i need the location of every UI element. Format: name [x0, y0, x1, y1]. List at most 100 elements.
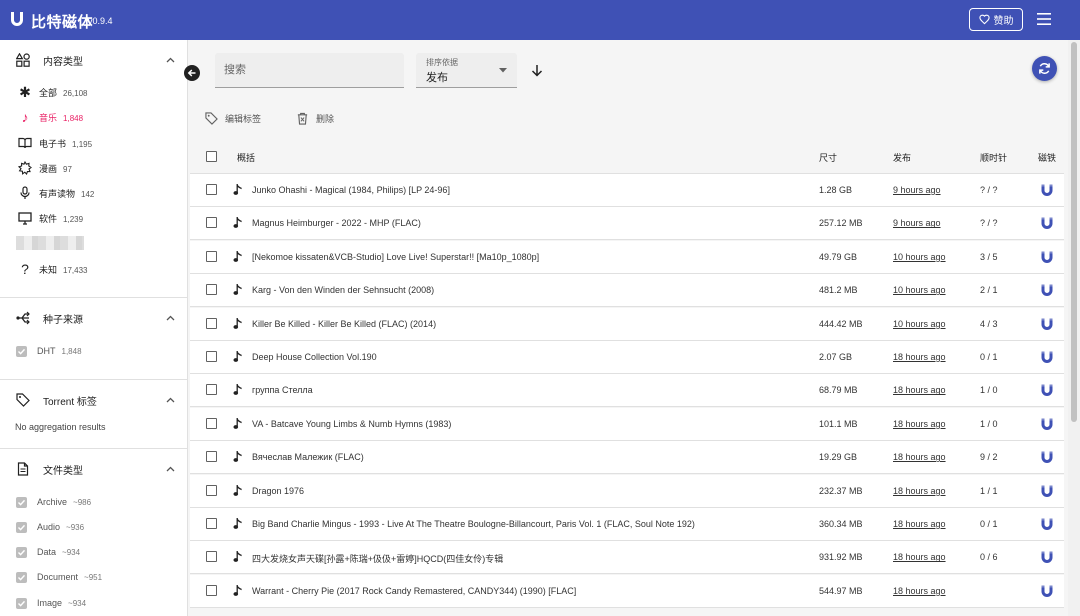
table-row[interactable]: Deep House Collection Vol.190 2.07 GB 18 h…	[190, 341, 1064, 374]
row-checkbox[interactable]	[206, 184, 217, 195]
torrent-name[interactable]: [Nekomoe kissaten&VCB-Studio] Love Live!…	[252, 252, 539, 262]
magnet-icon[interactable]	[1040, 283, 1054, 297]
torrent-name[interactable]: VA - Batcave Young Limbs & Numb Hymns (1…	[252, 419, 451, 429]
torrent-name[interactable]: группа Стелла	[252, 385, 313, 395]
torrent-name[interactable]: Big Band Charlie Mingus - 1993 - Live At…	[252, 519, 695, 529]
table-row[interactable]: 四大发烧女声天碟[孙露+陈瑞+伋伋+雷婷]HQCD(四佳女伶)专辑 931.92 …	[190, 541, 1064, 575]
table-row[interactable]: [Nekomoe kissaten&VCB-Studio] Love Live!…	[190, 240, 1064, 274]
checkbox-checked[interactable]	[16, 521, 27, 533]
file-type-header[interactable]: 文件类型	[0, 454, 187, 484]
column-summary[interactable]: 概括	[237, 151, 255, 164]
row-checkbox[interactable]	[206, 451, 217, 463]
torrent-name[interactable]: Dragon 1976	[252, 486, 304, 496]
category-software[interactable]: 软件 1,239	[0, 207, 187, 229]
row-checkbox[interactable]	[206, 417, 217, 429]
row-checkbox[interactable]	[206, 351, 217, 362]
torrent-name[interactable]: Deep House Collection Vol.190	[252, 352, 377, 362]
content-type-header[interactable]: 内容类型	[0, 45, 187, 75]
table-row[interactable]: Warrant - Cherry Pie (2017 Rock Candy Re…	[190, 574, 1064, 608]
chevron-up-icon[interactable]	[166, 466, 175, 472]
search-field[interactable]	[215, 53, 404, 88]
category-ebook[interactable]: 电子书 1,195	[0, 132, 187, 154]
row-checkbox[interactable]	[206, 217, 217, 229]
row-checkbox[interactable]	[206, 551, 217, 563]
select-all-checkbox[interactable]	[206, 151, 217, 162]
music-note-icon: ♪	[21, 109, 29, 125]
torrent-name[interactable]: Вячеслав Малежик (FLAC)	[252, 452, 364, 462]
magnet-icon[interactable]	[1040, 550, 1054, 564]
column-peers[interactable]: 顺时针	[980, 151, 1007, 164]
magnet-icon[interactable]	[1040, 584, 1054, 598]
filetype-document-checkbox[interactable]: Document ~951	[0, 567, 187, 587]
torrent-name[interactable]: Warrant - Cherry Pie (2017 Rock Candy Re…	[252, 586, 576, 596]
magnet-icon[interactable]	[1040, 450, 1054, 464]
scrollbar-thumb[interactable]	[1071, 42, 1077, 422]
chevron-up-icon[interactable]	[166, 315, 175, 321]
filetype-archive-checkbox[interactable]: Archive ~986	[0, 492, 187, 512]
table-row[interactable]: Big Band Charlie Mingus - 1993 - Live At…	[190, 508, 1064, 541]
table-row[interactable]: Вячеслав Малежик (FLAC) 19.29 GB 18 hours …	[190, 441, 1064, 475]
filetype-audio-checkbox[interactable]: Audio ~936	[0, 517, 187, 537]
table-row[interactable]: Karg - Von den Winden der Sehnsucht (200…	[190, 274, 1064, 308]
row-checkbox[interactable]	[206, 484, 217, 496]
checkbox-checked[interactable]	[16, 546, 27, 558]
magnet-icon[interactable]	[1040, 383, 1054, 397]
column-size[interactable]: 尺寸	[819, 151, 837, 164]
donate-button[interactable]: 赞助	[969, 8, 1023, 31]
collapse-sidebar-button[interactable]	[184, 65, 200, 81]
hamburger-menu-icon[interactable]	[1037, 13, 1051, 25]
torrent-name[interactable]: Junko Ohashi - Magical (1984, Philips) […	[252, 185, 450, 195]
checkbox-checked[interactable]	[16, 345, 27, 357]
category-all[interactable]: ✱ 全部 26,108	[0, 81, 187, 103]
table-row[interactable]: группа Стелла 68.79 MB 18 hours ago 1 / 0	[190, 374, 1064, 408]
row-checkbox[interactable]	[206, 317, 217, 329]
magnet-icon[interactable]	[1040, 317, 1054, 331]
filetype-data-checkbox[interactable]: Data ~934	[0, 542, 187, 562]
torrent-size: 101.1 MB	[819, 418, 858, 429]
edit-tags-button[interactable]: 编辑标签	[205, 110, 261, 126]
category-audiobook[interactable]: 有声读物 142	[0, 182, 187, 204]
table-row[interactable]: Killer Be Killed - Killer Be Killed (FLA…	[190, 307, 1064, 341]
table-row[interactable]: Junko Ohashi - Magical (1984, Philips) […	[190, 174, 1064, 207]
magnet-icon[interactable]	[1040, 250, 1054, 264]
magnet-icon[interactable]	[1040, 417, 1054, 431]
category-music[interactable]: ♪ 音乐 1,848	[0, 106, 187, 128]
row-checkbox[interactable]	[206, 584, 217, 596]
magnet-icon[interactable]	[1040, 484, 1054, 498]
sort-descending-arrow-icon[interactable]	[531, 64, 543, 77]
row-checkbox[interactable]	[206, 250, 217, 262]
magnet-icon[interactable]	[1040, 183, 1054, 197]
category-comic[interactable]: 漫画 97	[0, 157, 187, 179]
torrent-name[interactable]: Karg - Von den Winden der Sehnsucht (200…	[252, 285, 434, 295]
delete-button[interactable]: 删除	[296, 110, 334, 126]
chevron-up-icon[interactable]	[166, 397, 175, 403]
torrent-source-header[interactable]: 种子来源	[0, 303, 187, 333]
row-checkbox[interactable]	[206, 518, 217, 529]
column-published[interactable]: 发布	[893, 151, 911, 164]
chevron-up-icon[interactable]	[166, 57, 175, 63]
magnet-icon[interactable]	[1040, 216, 1054, 230]
magnet-icon[interactable]	[1040, 350, 1054, 364]
torrent-name[interactable]: Magnus Heimburger - 2022 - MHP (FLAC)	[252, 218, 421, 228]
row-checkbox[interactable]	[206, 384, 217, 396]
checkbox-checked[interactable]	[16, 571, 27, 583]
search-input[interactable]	[215, 53, 404, 87]
torrent-name[interactable]: 四大发烧女声天碟[孙露+陈瑞+伋伋+雷婷]HQCD(四佳女伶)专辑	[252, 552, 503, 565]
table-row[interactable]: Dragon 1976 232.37 MB 18 hours ago 1 / 1	[190, 474, 1064, 508]
scrollbar[interactable]	[1068, 40, 1080, 616]
sort-by-select[interactable]: 排序依据 发布	[416, 53, 517, 88]
category-unknown[interactable]: ? 未知 17,433	[0, 258, 187, 280]
filetype-image-checkbox[interactable]: Image ~934	[0, 593, 187, 613]
torrent-tags-header[interactable]: Torrent 标签	[0, 385, 187, 415]
refresh-button[interactable]	[1032, 56, 1057, 81]
checkbox-checked[interactable]	[16, 597, 27, 609]
divider	[0, 448, 187, 449]
blurred-category	[16, 236, 84, 250]
magnet-icon[interactable]	[1040, 517, 1054, 531]
checkbox-checked[interactable]	[16, 496, 27, 508]
table-row[interactable]: Magnus Heimburger - 2022 - MHP (FLAC) 257…	[190, 207, 1064, 241]
row-checkbox[interactable]	[206, 284, 217, 296]
source-dht-checkbox[interactable]: DHT 1,848	[0, 341, 187, 361]
torrent-name[interactable]: Killer Be Killed - Killer Be Killed (FLA…	[252, 319, 436, 329]
table-row[interactable]: VA - Batcave Young Limbs & Numb Hymns (1…	[190, 407, 1064, 441]
